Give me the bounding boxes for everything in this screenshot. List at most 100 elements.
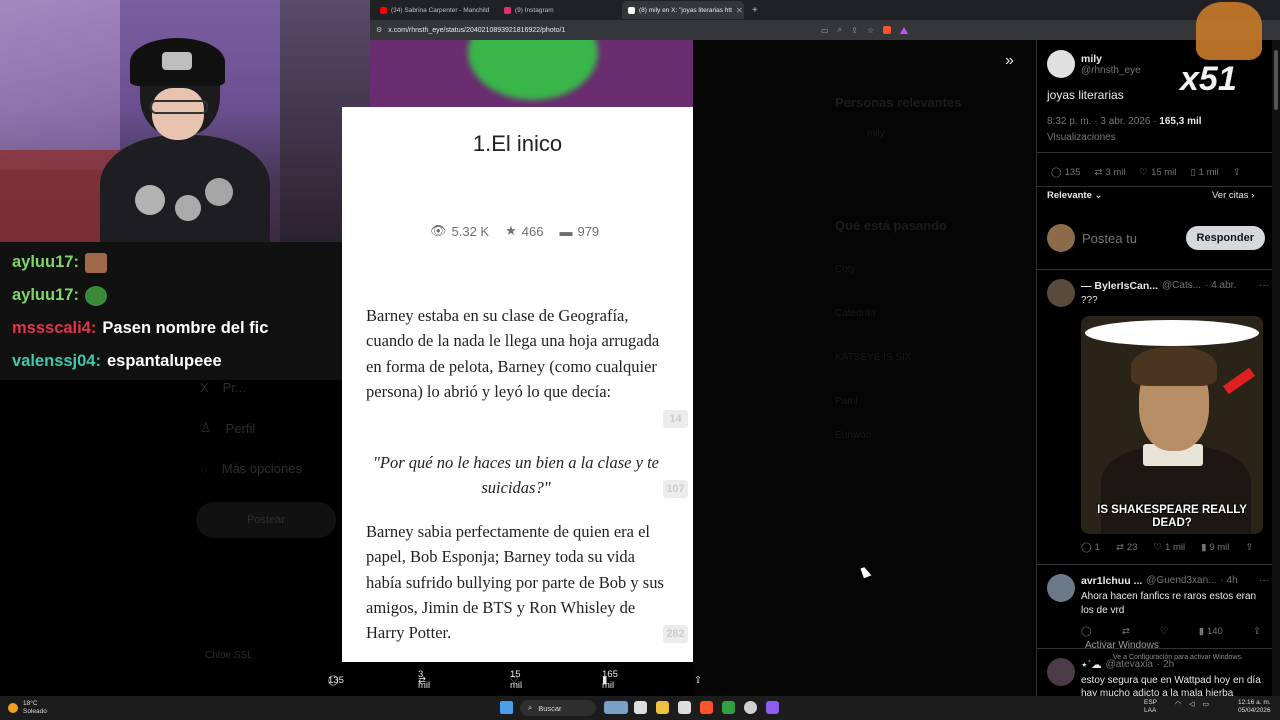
bookmark-icon[interactable]: ☆ <box>867 26 874 35</box>
webcam-streamer-face <box>152 88 204 140</box>
tab-label: (34) Sabrina Carpenter - Manchild <box>391 6 490 14</box>
new-tab-button[interactable]: + <box>752 5 758 16</box>
comment-icon: ▬ <box>559 223 573 239</box>
windows-start-icon[interactable] <box>500 701 513 714</box>
wifi-icon[interactable]: ◠ <box>1175 700 1181 708</box>
story-paragraph-quote: "Por qué no le haces un bien a la clase … <box>373 453 659 498</box>
tab-youtube[interactable]: (34) Sabrina Carpenter - Manchild <box>374 1 496 19</box>
reply-button[interactable]: ◯ <box>1081 626 1092 637</box>
brave-rewards-icon[interactable] <box>900 26 908 34</box>
weather-widget[interactable]: 18°C Soleado <box>8 700 47 716</box>
site-settings-icon[interactable]: ⚙ <box>376 26 382 34</box>
reply-composer: Postea tu Responder <box>1047 224 1265 252</box>
battery-icon[interactable]: ▭ <box>1203 700 1210 708</box>
scrollbar-track[interactable] <box>1272 40 1280 696</box>
reply-author-handle[interactable]: @Guend3xan... <box>1146 575 1216 587</box>
chrome-icon[interactable] <box>744 701 757 714</box>
like-button[interactable]: ♡ 1 mil <box>1153 542 1185 553</box>
author-name[interactable]: mily <box>1081 53 1141 65</box>
store-icon[interactable] <box>678 701 691 714</box>
reply-time[interactable]: · 4h <box>1220 575 1237 587</box>
retweet-icon: ⇄ <box>1121 626 1130 637</box>
taskbar-search[interactable]: ⌕ Buscar <box>520 700 596 716</box>
share-button[interactable]: ⇪ <box>1253 626 1261 637</box>
tweet-author[interactable]: mily @rhnsth_eye <box>1047 50 1141 78</box>
chat-text: espantalupeee <box>106 352 222 370</box>
red-arrow-icon <box>1223 367 1255 395</box>
chat-username: mssscali4: <box>12 319 97 337</box>
avatar[interactable] <box>1047 658 1075 686</box>
bookmark-button[interactable]: ▯ 1 mil <box>1190 167 1218 178</box>
views-button[interactable]: ▮ 9 mil <box>1201 542 1229 553</box>
post-button: Postear <box>196 502 336 538</box>
sort-dropdown[interactable]: Relevante ⌄ <box>1047 190 1103 201</box>
reply-button[interactable]: ◯ 135 <box>1051 167 1081 178</box>
reply-actions: ◯ 1 ⇄ 23 ♡ 1 mil ▮ 9 mil ⇪ <box>1081 542 1253 553</box>
close-tab-icon[interactable]: ✕ <box>736 6 743 15</box>
views-stat: 👁 5.32 K <box>430 223 490 239</box>
heart-icon: ♡ <box>1159 626 1169 637</box>
brave-shield-icon[interactable] <box>883 26 891 34</box>
avatar[interactable] <box>1047 574 1075 602</box>
view-quotes-link[interactable]: Ver citas › <box>1212 190 1254 201</box>
chevron-down-icon: ⌄ <box>1091 190 1103 201</box>
reply-avatar[interactable] <box>1047 574 1075 607</box>
file-explorer-icon[interactable] <box>656 701 669 714</box>
reply-actions: ◯ ⇄ ♡ ▮ 140 ⇪ <box>1081 626 1261 637</box>
divider <box>1037 269 1272 270</box>
like-button[interactable]: ♡ <box>1160 626 1169 637</box>
chat-username: ayluu17: <box>12 253 79 271</box>
language-indicator[interactable]: ESP LAA <box>1144 699 1157 715</box>
person-icon: ♙ <box>200 420 212 435</box>
chat-username: valenssj04: <box>12 352 101 370</box>
webcam-wall <box>0 0 120 170</box>
volume-icon[interactable]: ◁ <box>1189 700 1194 708</box>
share-button[interactable]: ⇪ <box>1245 542 1253 553</box>
reply-author-name[interactable]: ⋆˙☁︎ <box>1081 659 1102 671</box>
paragraph-comment-badge: 107 <box>663 480 688 498</box>
reply-time[interactable]: · 4 abr. <box>1205 280 1236 292</box>
scrollbar-thumb[interactable] <box>1274 50 1278 110</box>
author-handle[interactable]: @rhnsth_eye <box>1081 65 1141 76</box>
avatar[interactable] <box>1047 279 1075 307</box>
reply-author-name[interactable]: avr1lchuu ... <box>1081 575 1142 587</box>
share-icon[interactable]: ⇪ <box>851 26 858 35</box>
zoom-icon[interactable]: ⌕ <box>838 25 842 35</box>
url-input[interactable]: x.com/rhnsth_eye/status/2040210893921816… <box>388 27 565 34</box>
avatar[interactable] <box>1047 50 1075 78</box>
retweet-button[interactable]: ⇄ 3 mil <box>1095 167 1126 178</box>
reply-avatar[interactable] <box>1047 279 1075 312</box>
taskbar-clock[interactable]: 12:16 a. m. 05/04/2026 <box>1238 699 1271 715</box>
share-button[interactable]: ⇪ <box>1233 167 1241 178</box>
reply-submit-button[interactable]: Responder <box>1185 226 1265 250</box>
tab-instagram[interactable]: (9) Instagram <box>498 1 620 19</box>
more-icon[interactable]: ··· <box>1259 280 1269 292</box>
cast-icon[interactable]: ▭ <box>821 26 829 35</box>
photo-action-bar: ◯ 135 ⇄ 3 mil ♡ 15 mil ▮ 165 mil ⇪ <box>328 669 702 691</box>
widgets-icon[interactable] <box>604 701 628 714</box>
like-button[interactable]: ♡ 15 mil <box>1140 167 1177 178</box>
story-photo[interactable]: 1.El inico 👁 5.32 K ★ 466 ▬ 979 Barney esta… <box>342 107 693 662</box>
retweet-icon: ⇄ <box>1094 167 1103 178</box>
collapse-sidebar-icon[interactable]: » <box>1005 52 1014 70</box>
tweet-timestamp[interactable]: 8:32 p. m. · 3 abr. 2026 · <box>1047 116 1159 127</box>
brave-browser-icon[interactable] <box>700 701 713 714</box>
tab-x-post[interactable]: (8) mily en X: "joyas literarias htt ✕ <box>622 1 744 19</box>
divider <box>1037 186 1272 187</box>
app-icon[interactable] <box>722 701 735 714</box>
webcam-streamer-glasses <box>150 100 208 114</box>
reply-button[interactable]: ◯ 1 <box>1081 542 1100 553</box>
more-icon[interactable]: ··· <box>1259 575 1269 587</box>
reply-input[interactable]: Postea tu <box>1082 231 1137 246</box>
retweet-button[interactable]: ⇄ <box>1122 626 1130 637</box>
reply-avatar[interactable] <box>1047 658 1075 691</box>
views-button[interactable]: ▮ 140 <box>1199 626 1223 637</box>
reply-author-name[interactable]: — BylerIsCan... <box>1081 280 1158 292</box>
reply-author-handle[interactable]: @Cats... <box>1162 280 1201 292</box>
retweet-button[interactable]: ⇄ 23 <box>1116 542 1138 553</box>
app-icon[interactable] <box>766 701 779 714</box>
reply-meme-image[interactable]: IS SHAKESPEARE REALLY DEAD? <box>1081 316 1263 534</box>
story-stats: 👁 5.32 K ★ 466 ▬ 979 <box>430 223 599 239</box>
task-view-icon[interactable] <box>634 701 647 714</box>
more-circle-icon: ◌ <box>200 461 208 476</box>
